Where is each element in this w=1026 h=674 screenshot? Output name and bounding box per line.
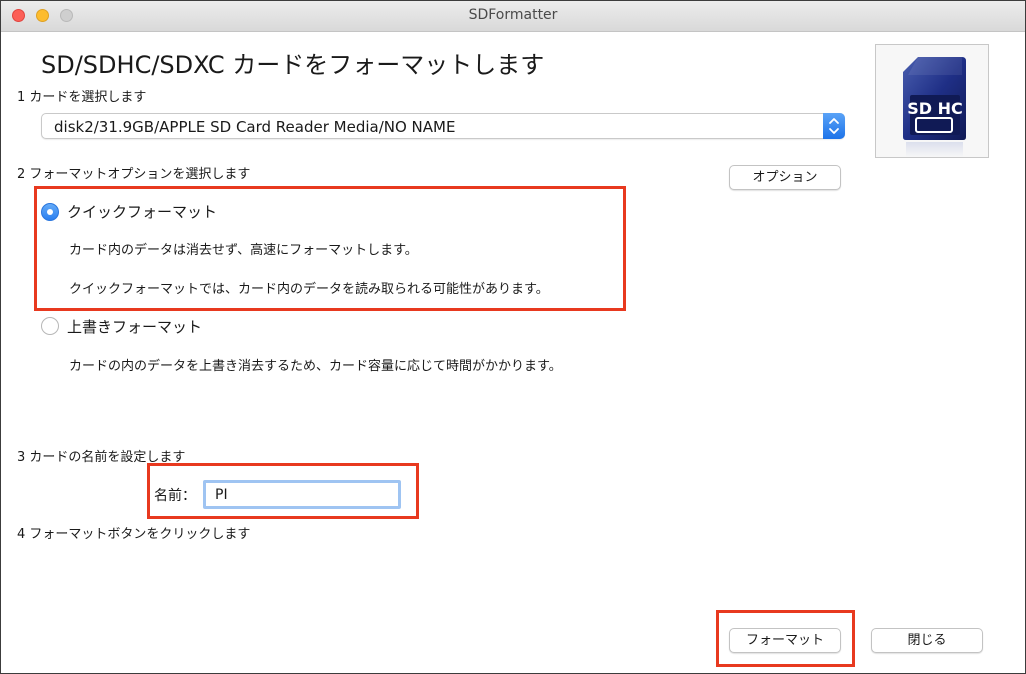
- step4-label: 4 フォーマットボタンをクリックします: [17, 527, 251, 542]
- close-button[interactable]: 閉じる: [871, 628, 983, 653]
- card-select-popup[interactable]: disk2/31.9GB/APPLE SD Card Reader Media/…: [41, 113, 845, 139]
- title-bar: SDFormatter: [1, 1, 1025, 32]
- sdformatter-window: SDFormatter SD/SDHC/SDXC カードをフォーマットします S…: [0, 0, 1026, 674]
- overwrite-format-desc: カードの内のデータを上書き消去するため、カード容量に応じて時間がかかります。: [69, 359, 562, 374]
- sd-card-image: SD HC: [875, 44, 989, 158]
- sd-logo-text: SD HC: [907, 99, 963, 118]
- page-title: SD/SDHC/SDXC カードをフォーマットします: [41, 51, 545, 79]
- name-field-highlight: [147, 463, 419, 519]
- overwrite-format-label[interactable]: 上書きフォーマット: [67, 316, 202, 337]
- step1-label: 1 カードを選択します: [17, 90, 147, 105]
- step2-label: 2 フォーマットオプションを選択します: [17, 167, 251, 182]
- quick-format-highlight: [34, 186, 626, 311]
- card-select-value: disk2/31.9GB/APPLE SD Card Reader Media/…: [54, 118, 456, 136]
- sd-card-icon: SD HC: [903, 57, 966, 157]
- overwrite-format-radio[interactable]: [41, 317, 59, 335]
- updown-chevron-icon[interactable]: [823, 113, 845, 139]
- window-title: SDFormatter: [468, 7, 558, 23]
- options-button[interactable]: オプション: [729, 165, 841, 190]
- format-button-highlight: [716, 610, 855, 667]
